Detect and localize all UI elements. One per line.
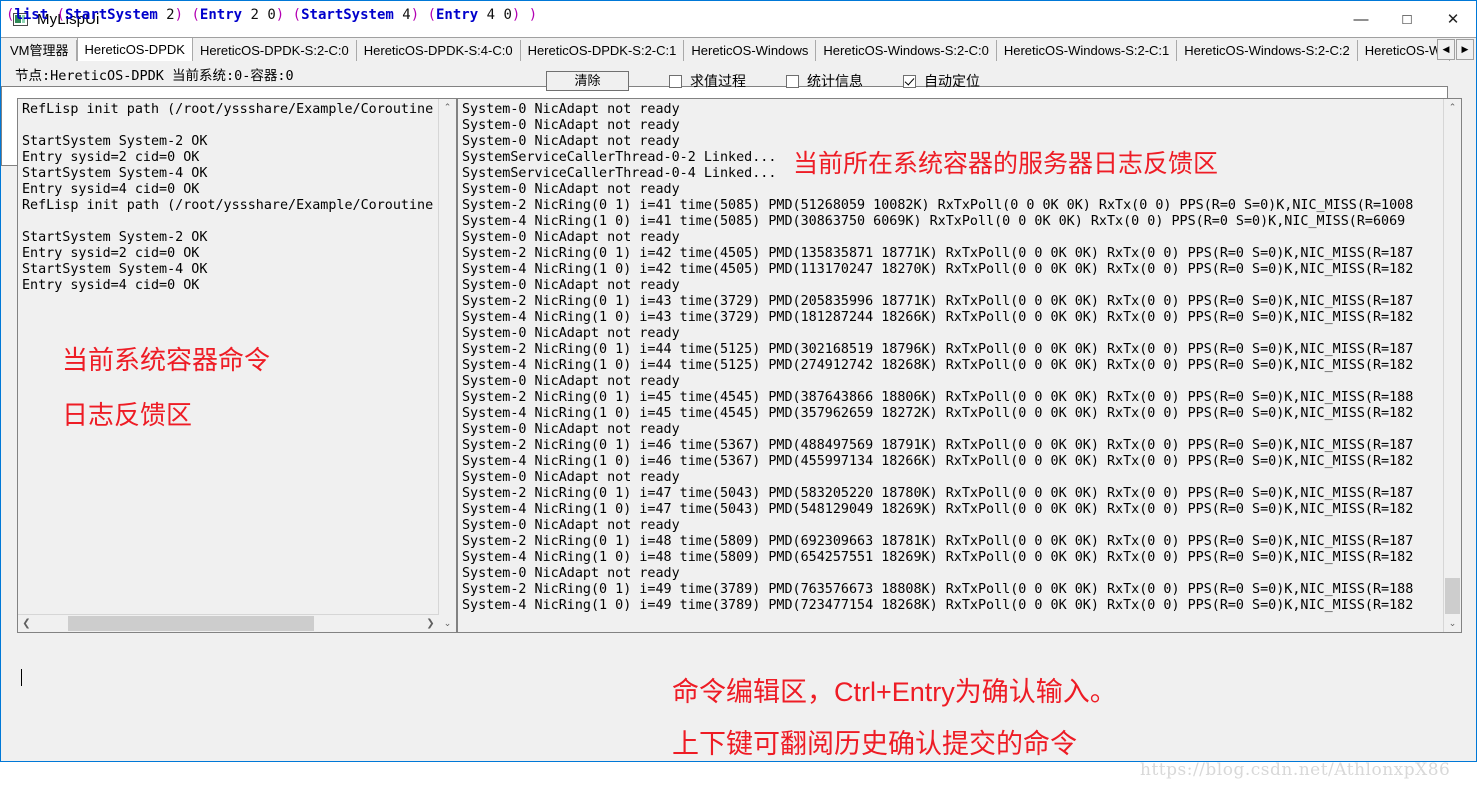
server-log-vertical-scrollbar[interactable]: ⌃ ⌄ <box>1443 99 1461 632</box>
command-token: Entry <box>436 7 479 23</box>
tab-vm-manager[interactable]: VM管理器 <box>3 40 77 61</box>
scroll-up-icon[interactable]: ⌃ <box>439 99 456 116</box>
tab-scroll-controls: ◀ ▶ <box>1437 39 1474 60</box>
tab-hereticos-dpdk-s4-c0[interactable]: HereticOS-DPDK-S:4-C:0 <box>356 40 521 61</box>
checkbox-auto-locate-box[interactable] <box>903 74 916 88</box>
scroll-up-icon[interactable]: ⌃ <box>1444 99 1461 116</box>
checkbox-statistics-label: 统计信息 <box>807 73 863 89</box>
horizontal-scroll-thumb[interactable] <box>68 616 314 631</box>
tab-hereticos-windows-s2-c0[interactable]: HereticOS-Windows-S:2-C:0 <box>816 40 997 61</box>
local-log-vertical-scrollbar[interactable]: ⌃ ⌄ <box>438 99 456 632</box>
annotation-command-2: 上下键可翻阅历史确认提交的命令 <box>672 729 1077 759</box>
tab-strip: VM管理器 HereticOS-DPDK HereticOS-DPDK-S:2-… <box>1 37 1476 61</box>
tab-hereticos-windows-s2-c1[interactable]: HereticOS-Windows-S:2-C:1 <box>996 40 1178 61</box>
maximize-button[interactable]: □ <box>1384 1 1430 37</box>
command-token: 4 0 <box>478 7 512 23</box>
command-token <box>284 7 292 23</box>
command-token <box>419 7 427 23</box>
clear-button[interactable]: 清除 <box>546 71 629 91</box>
command-token <box>48 7 56 23</box>
scroll-left-icon[interactable]: ❮ <box>18 615 35 632</box>
command-token: StartSystem <box>65 7 158 23</box>
annotation-local-log-1: 当前系统容器命令 <box>62 345 271 375</box>
command-token: 4 <box>393 7 411 23</box>
vertical-scroll-thumb[interactable] <box>1445 578 1460 614</box>
command-token: ) <box>174 7 184 23</box>
close-button[interactable]: ✕ <box>1430 1 1476 37</box>
command-token: ( <box>56 7 66 23</box>
scroll-down-icon[interactable]: ⌄ <box>1444 615 1461 632</box>
local-command-log-text: RefLisp init path (/root/yssshare/Exampl… <box>22 102 434 293</box>
tab-hereticos-dpdk-s2-c1[interactable]: HereticOS-DPDK-S:2-C:1 <box>520 40 685 61</box>
command-token: 2 0 <box>242 7 276 23</box>
window-controls: — □ ✕ <box>1338 1 1476 37</box>
application-window: MyLispUi — □ ✕ VM管理器 HereticOS-DPDK Here… <box>0 0 1477 762</box>
tab-scroll-right-icon[interactable]: ▶ <box>1456 39 1474 60</box>
command-token: ( <box>427 7 436 23</box>
command-editor-text: (list (StartSystem 2) (Entry 2 0) (Start… <box>6 6 537 24</box>
checkbox-eval-process-label: 求值过程 <box>690 73 746 89</box>
checkbox-eval-process-box[interactable] <box>669 74 682 88</box>
command-token <box>520 7 528 23</box>
command-token: ) <box>275 7 285 23</box>
annotation-local-log-2: 日志反馈区 <box>62 400 193 430</box>
tab-hereticos-dpdk-s2-c0[interactable]: HereticOS-DPDK-S:2-C:0 <box>192 40 357 61</box>
node-status-text: 节点:HereticOS-DPDK 当前系统:0-容器:0 <box>15 67 294 84</box>
checkbox-eval-process[interactable]: 求值过程 <box>669 71 746 91</box>
tab-hereticos-windows-s2-c2[interactable]: HereticOS-Windows-S:2-C:2 <box>1177 40 1358 61</box>
command-editor-caret <box>21 669 22 686</box>
checkbox-statistics-box[interactable] <box>786 74 799 88</box>
tab-scroll-left-icon[interactable]: ◀ <box>1437 39 1455 60</box>
command-token: StartSystem <box>301 7 394 23</box>
annotation-server-log: 当前所在系统容器的服务器日志反馈区 <box>793 150 1219 178</box>
watermark: https://blog.csdn.net/AthlonxpX86 <box>1140 760 1451 780</box>
annotation-command-1: 命令编辑区，Ctrl+Entry为确认输入。 <box>672 677 1117 707</box>
command-token: ) <box>528 7 538 23</box>
command-token: ( <box>292 7 302 23</box>
checkbox-auto-locate-label: 自动定位 <box>924 73 980 89</box>
command-token: list <box>14 7 49 23</box>
tab-hereticos-windows-overflow[interactable]: HereticOS-Windo <box>1357 40 1450 61</box>
toolbar: 清除 求值过程 统计信息 自动定位 <box>546 69 980 93</box>
local-log-horizontal-scrollbar[interactable]: ❮ ❯ <box>18 614 439 632</box>
scroll-right-icon[interactable]: ❯ <box>422 615 439 632</box>
tab-hereticos-windows[interactable]: HereticOS-Windows <box>684 40 817 61</box>
checkbox-auto-locate[interactable]: 自动定位 <box>903 71 980 91</box>
scroll-down-icon[interactable]: ⌄ <box>439 615 456 632</box>
command-token: ) <box>410 7 420 23</box>
minimize-button[interactable]: — <box>1338 1 1384 37</box>
command-token: ( <box>191 7 200 23</box>
command-token: 2 <box>157 7 175 23</box>
command-token: Entry <box>199 7 243 23</box>
checkbox-statistics[interactable]: 统计信息 <box>786 71 863 91</box>
tab-hereticos-dpdk[interactable]: HereticOS-DPDK <box>76 38 193 61</box>
